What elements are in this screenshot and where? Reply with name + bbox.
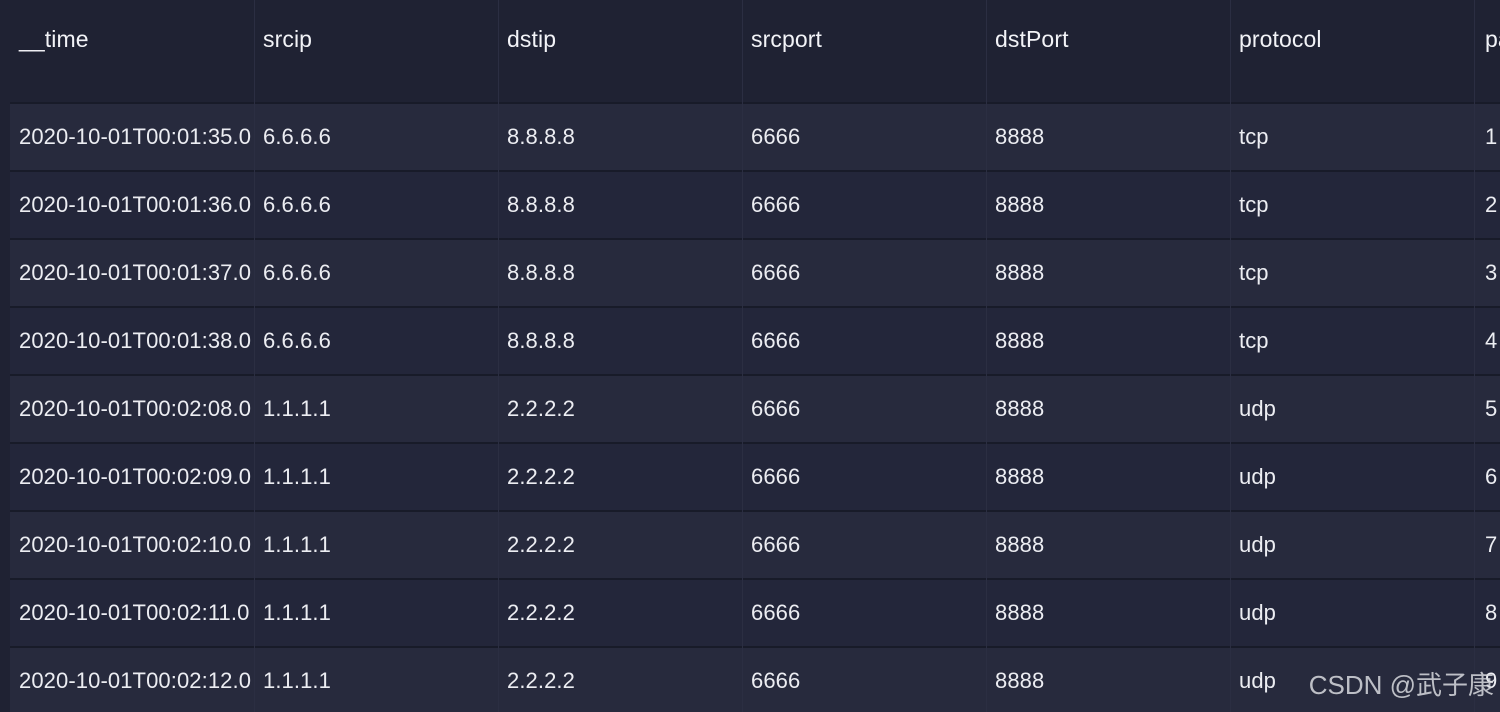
column-divider[interactable] (1474, 0, 1475, 712)
table-header: __time srcip dstip srcport dstPort proto… (10, 0, 1500, 100)
cell-protocol: udp (1239, 464, 1277, 489)
column-divider[interactable] (254, 0, 255, 712)
cell-srcport: 6666 (751, 192, 801, 217)
cell-srcip: 6.6.6.6 (263, 124, 331, 149)
cell-dstip: 8.8.8.8 (507, 260, 575, 285)
cell-protocol: tcp (1239, 124, 1269, 149)
watermark: CSDN @武子康 (1308, 670, 1494, 700)
cell-packets: 3 (1485, 260, 1498, 285)
cell-dstport: 8888 (995, 668, 1045, 693)
cell-time: 2020-10-01T00:02:11.0 (19, 600, 250, 625)
table-row[interactable]: 2020-10-01T00:01:35.0 6.6.6.6 8.8.8.8 6666 8… (10, 102, 1500, 170)
cell-dstport: 8888 (995, 464, 1045, 489)
cell-time: 2020-10-01T00:01:38.0 (19, 328, 252, 353)
cell-dstport: 8888 (995, 260, 1045, 285)
cell-dstport: 8888 (995, 124, 1045, 149)
column-header-srcip[interactable]: srcip (254, 0, 498, 100)
cell-dstip: 8.8.8.8 (507, 328, 575, 353)
column-header-packets[interactable]: pa (1474, 0, 1500, 100)
cell-time: 2020-10-01T00:02:12.0 (19, 668, 252, 693)
column-divider[interactable] (986, 0, 987, 712)
cell-time: 2020-10-01T00:02:09.0 (19, 464, 252, 489)
table-row[interactable]: 2020-10-01T00:02:10.0 1.1.1.1 2.2.2.2 6666 8… (10, 510, 1500, 578)
cell-packets: 6 (1485, 464, 1498, 489)
cell-dstip: 2.2.2.2 (507, 396, 575, 421)
cell-dstport: 8888 (995, 192, 1045, 217)
cell-time: 2020-10-01T00:02:10.0 (19, 532, 252, 557)
column-divider[interactable] (742, 0, 743, 712)
table-row[interactable]: 2020-10-01T00:01:36.0 6.6.6.6 8.8.8.8 6666 8… (10, 170, 1500, 238)
table-row[interactable]: 2020-10-01T00:01:38.0 6.6.6.6 8.8.8.8 6666 8… (10, 306, 1500, 374)
cell-packets: 5 (1485, 396, 1498, 421)
cell-time: 2020-10-01T00:01:35.0 (19, 124, 252, 149)
table-row[interactable]: 2020-10-01T00:02:08.0 1.1.1.1 2.2.2.2 6666 8… (10, 374, 1500, 442)
table-row[interactable]: 2020-10-01T00:02:12.0 1.1.1.1 2.2.2.2 6666 8… (10, 646, 1500, 712)
column-header-srcport[interactable]: srcport (742, 0, 986, 100)
cell-srcip: 1.1.1.1 (263, 396, 331, 421)
cell-srcip: 1.1.1.1 (263, 464, 331, 489)
cell-dstip: 2.2.2.2 (507, 600, 575, 625)
cell-protocol: tcp (1239, 328, 1269, 353)
cell-protocol: tcp (1239, 260, 1269, 285)
cell-packets: 8 (1485, 600, 1498, 625)
cell-protocol: tcp (1239, 192, 1269, 217)
cell-dstport: 8888 (995, 396, 1045, 421)
table-row[interactable]: 2020-10-01T00:02:09.0 1.1.1.1 2.2.2.2 6666 8… (10, 442, 1500, 510)
cell-srcport: 6666 (751, 260, 801, 285)
cell-dstip: 2.2.2.2 (507, 532, 575, 557)
results-table: __time srcip dstip srcport dstPort proto… (10, 0, 1500, 712)
cell-srcport: 6666 (751, 600, 801, 625)
column-header-dstport[interactable]: dstPort (986, 0, 1230, 100)
cell-dstport: 8888 (995, 328, 1045, 353)
cell-srcport: 6666 (751, 124, 801, 149)
cell-srcip: 1.1.1.1 (263, 600, 331, 625)
cell-packets: 7 (1485, 532, 1498, 557)
table-row[interactable]: 2020-10-01T00:01:37.0 6.6.6.6 8.8.8.8 6666 8… (10, 238, 1500, 306)
column-divider[interactable] (498, 0, 499, 712)
column-header-protocol[interactable]: protocol (1230, 0, 1474, 100)
cell-srcport: 6666 (751, 396, 801, 421)
cell-time: 2020-10-01T00:01:37.0 (19, 260, 252, 285)
cell-dstip: 8.8.8.8 (507, 192, 575, 217)
cell-dstip: 2.2.2.2 (507, 464, 575, 489)
column-header-time[interactable]: __time (10, 0, 254, 100)
cell-srcip: 6.6.6.6 (263, 192, 331, 217)
cell-dstip: 2.2.2.2 (507, 668, 575, 693)
cell-packets: 4 (1485, 328, 1498, 353)
cell-srcip: 1.1.1.1 (263, 532, 331, 557)
cell-dstport: 8888 (995, 600, 1045, 625)
cell-srcport: 6666 (751, 464, 801, 489)
cell-dstport: 8888 (995, 532, 1045, 557)
cell-packets: 2 (1485, 192, 1498, 217)
cell-srcport: 6666 (751, 532, 801, 557)
cell-packets: 1 (1485, 124, 1498, 149)
table-row[interactable]: 2020-10-01T00:02:11.0 1.1.1.1 2.2.2.2 6666 8… (10, 578, 1500, 646)
cell-srcport: 6666 (751, 328, 801, 353)
cell-protocol: udp (1239, 396, 1277, 421)
cell-srcip: 1.1.1.1 (263, 668, 331, 693)
cell-time: 2020-10-01T00:02:08.0 (19, 396, 252, 421)
cell-dstip: 8.8.8.8 (507, 124, 575, 149)
cell-srcip: 6.6.6.6 (263, 260, 331, 285)
cell-protocol: udp (1239, 532, 1277, 557)
cell-srcip: 6.6.6.6 (263, 328, 331, 353)
column-header-dstip[interactable]: dstip (498, 0, 742, 100)
cell-srcport: 6666 (751, 668, 801, 693)
cell-protocol: udp (1239, 600, 1277, 625)
cell-time: 2020-10-01T00:01:36.0 (19, 192, 252, 217)
column-divider[interactable] (1230, 0, 1231, 712)
